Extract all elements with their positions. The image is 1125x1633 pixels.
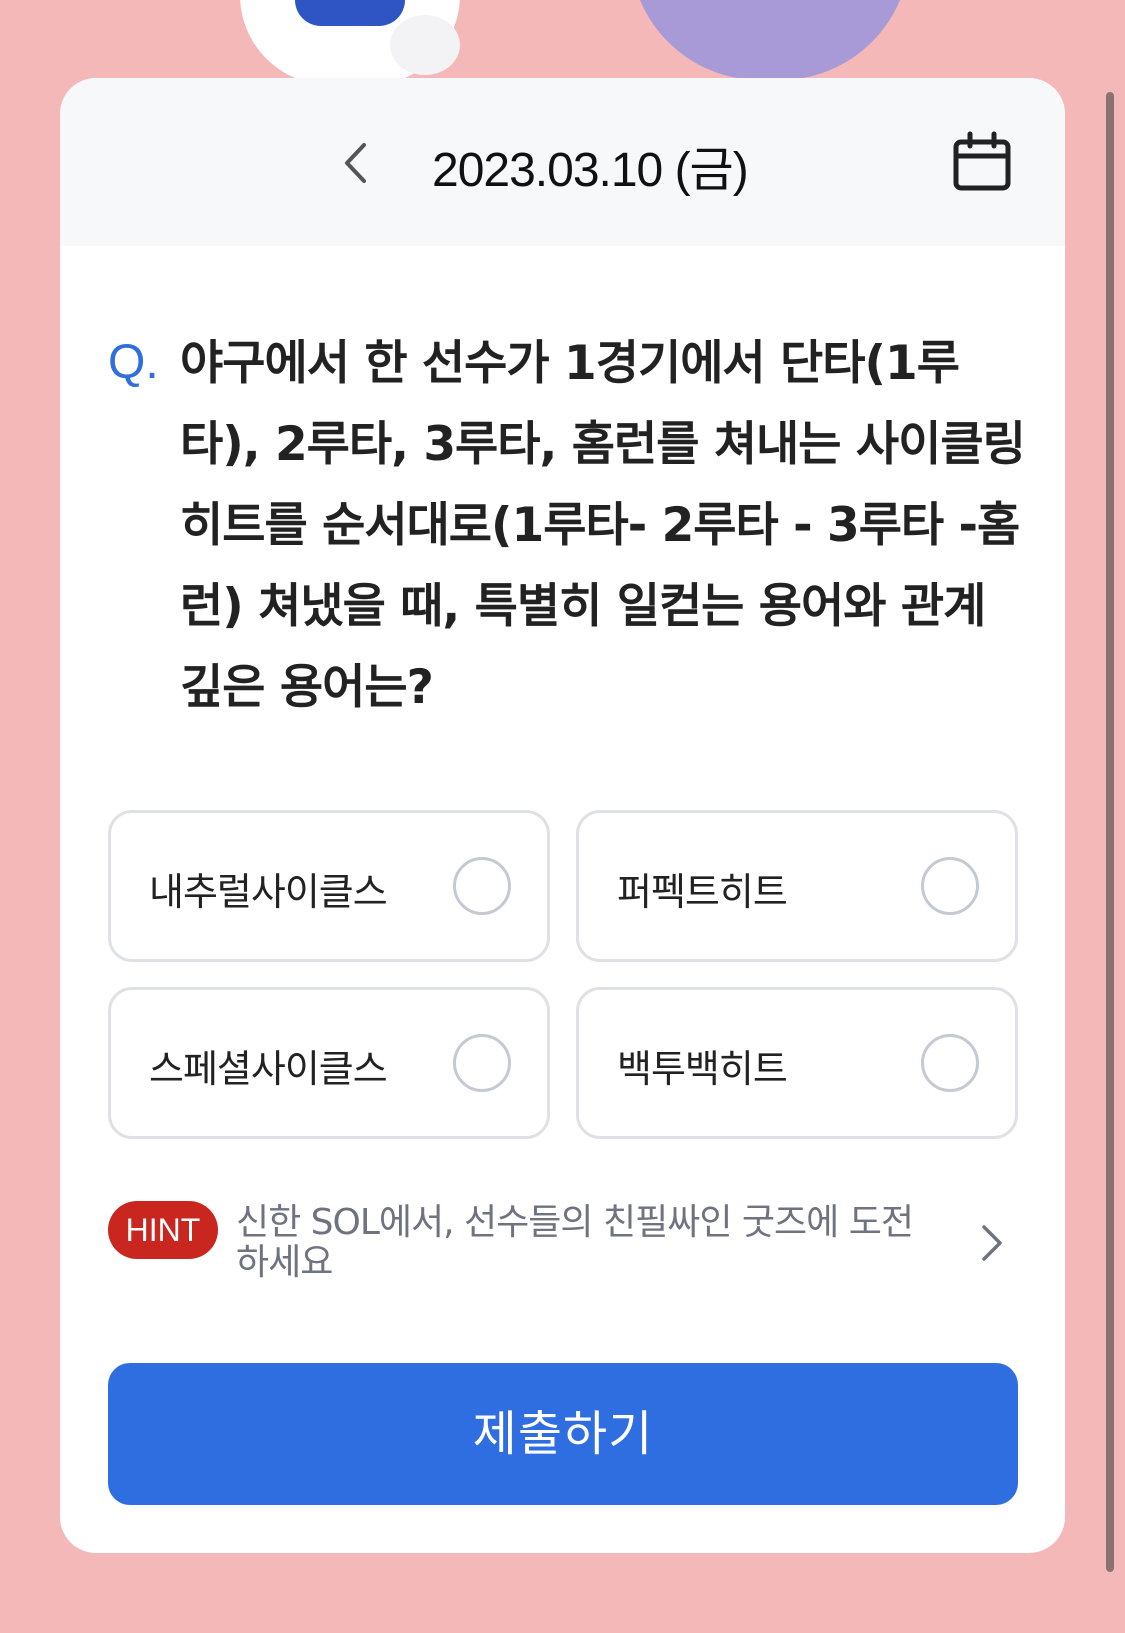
option-label: 스페셜사이클스 <box>149 1047 388 1091</box>
radio-circle-icon[interactable] <box>453 857 511 915</box>
question-text: 야구에서 한 선수가 1경기에서 단타(1루타), 2루타, 3루타, 홈런를 … <box>180 336 1026 715</box>
submit-button[interactable]: 제출하기 <box>108 1363 1018 1505</box>
mascot-character-left <box>240 0 460 85</box>
hint-badge: HINT <box>108 1201 218 1259</box>
calendar-button[interactable] <box>950 130 1014 194</box>
question-marker: Q. <box>108 336 159 389</box>
date-header: 2023.03.10 (금) <box>60 78 1065 246</box>
mascot-scarf <box>295 0 405 26</box>
option-2[interactable]: 퍼펙트히트 <box>576 810 1018 962</box>
mascot-character-right <box>630 0 910 80</box>
chevron-right-icon <box>982 1225 1002 1261</box>
calendar-icon <box>953 131 1011 191</box>
option-label: 백투백히트 <box>617 1047 788 1091</box>
quiz-card: 2023.03.10 (금) Q. 야구에서 한 선수가 1경기에서 단타(1루… <box>60 78 1065 1553</box>
option-4[interactable]: 백투백히트 <box>576 987 1018 1139</box>
hint-arrow-button[interactable] <box>980 1223 1010 1263</box>
date-label: 2023.03.10 (금) <box>432 144 749 197</box>
radio-circle-icon[interactable] <box>921 857 979 915</box>
option-1[interactable]: 내추럴사이클스 <box>108 810 550 962</box>
answer-options: 내추럴사이클스 퍼펙트히트 스페셜사이클스 백투백히트 <box>108 810 1018 1139</box>
chevron-left-icon <box>345 143 366 183</box>
option-label: 내추럴사이클스 <box>149 870 388 914</box>
hint-text[interactable]: 신한 SOL에서, 선수들의 친필싸인 굿즈에 도전하세요 <box>236 1203 936 1283</box>
prev-date-button[interactable] <box>330 133 380 193</box>
radio-circle-icon[interactable] <box>921 1034 979 1092</box>
question-block: Q. 야구에서 한 선수가 1경기에서 단타(1루타), 2루타, 3루타, 홈… <box>108 323 1028 728</box>
radio-circle-icon[interactable] <box>453 1034 511 1092</box>
hint-row[interactable]: HINT 신한 SOL에서, 선수들의 친필싸인 굿즈에 도전하세요 <box>108 1201 1018 1291</box>
option-label: 퍼펙트히트 <box>617 870 788 914</box>
option-3[interactable]: 스페셜사이클스 <box>108 987 550 1139</box>
mascot-arm <box>390 15 460 75</box>
scrollbar[interactable] <box>1106 92 1114 1572</box>
